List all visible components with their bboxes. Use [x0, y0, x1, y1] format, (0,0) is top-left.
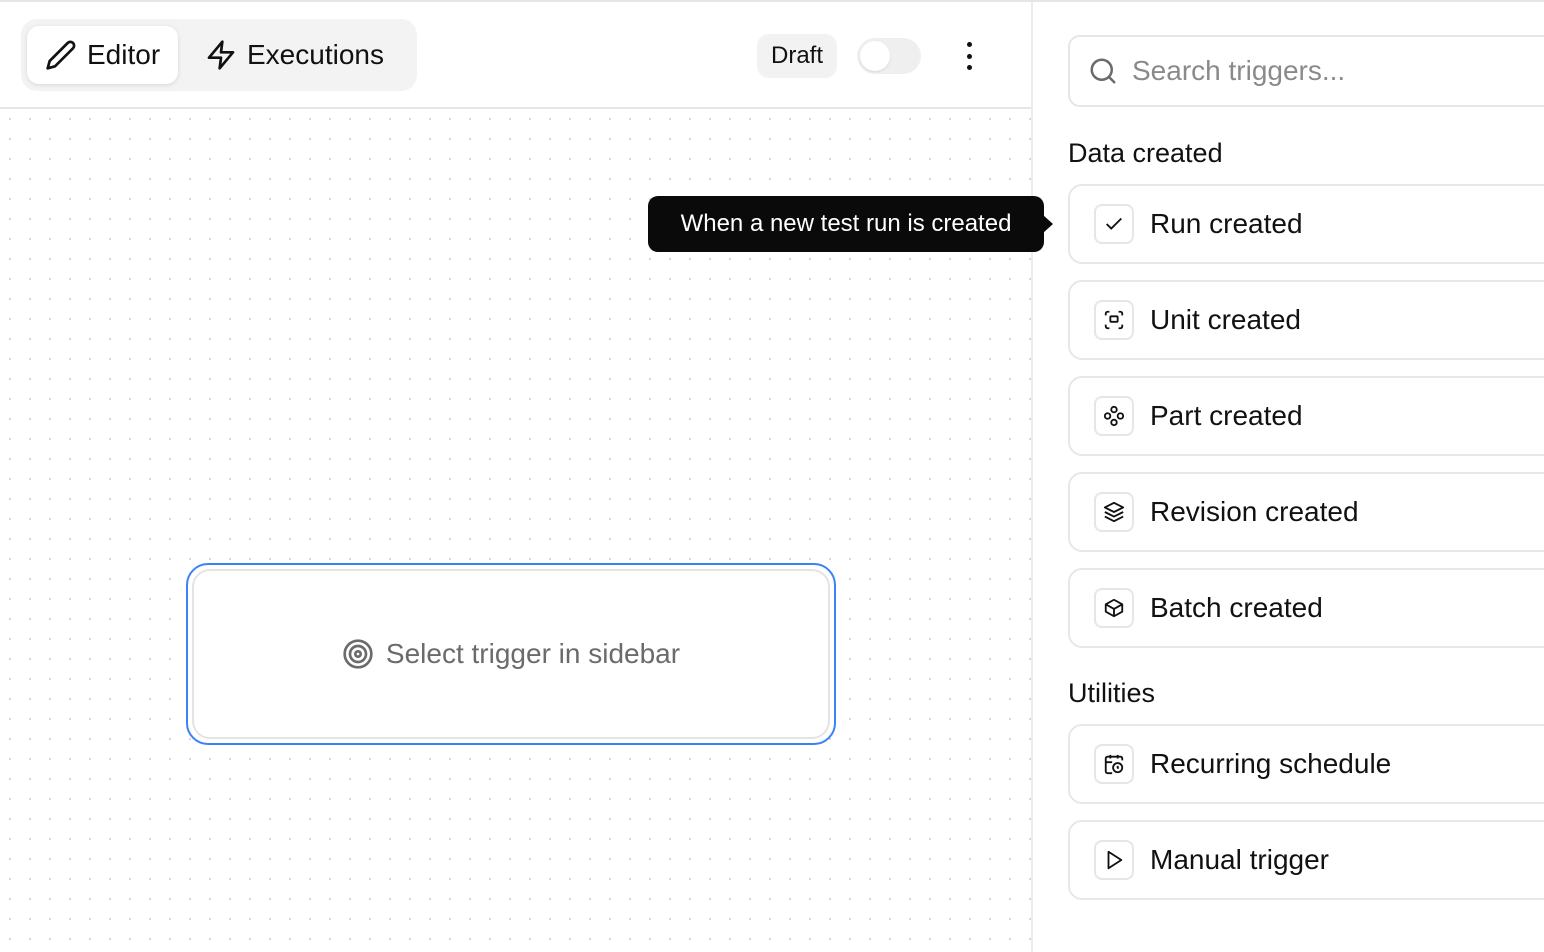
tooltip: When a new test run is created	[648, 196, 1053, 252]
trigger-part-created[interactable]: Part created	[1068, 376, 1544, 456]
editor-panel: Editor Executions Draft When a new test …	[0, 2, 1053, 952]
trigger-unit-created[interactable]: Unit created	[1068, 280, 1544, 360]
check-icon	[1106, 217, 1122, 230]
search-input[interactable]	[1132, 55, 1532, 87]
target-icon	[343, 639, 373, 669]
publish-toggle[interactable]	[857, 38, 921, 74]
status-badge: Draft	[757, 34, 838, 78]
node-label: Select trigger in sidebar	[385, 638, 681, 669]
calendar-clock-icon	[1104, 754, 1124, 775]
trigger-revision-created[interactable]: Revision created	[1068, 472, 1544, 552]
trigger-run-created[interactable]: Run created	[1068, 184, 1544, 264]
trigger-recurring-schedule[interactable]: Recurring schedule	[1068, 724, 1544, 804]
pencil-icon	[46, 40, 76, 70]
trigger-placeholder-node[interactable]: Select trigger in sidebar	[186, 563, 836, 745]
tab-editor[interactable]: Editor	[27, 26, 179, 84]
layers-icon	[1103, 501, 1125, 523]
more-options-icon[interactable]	[955, 40, 983, 72]
item-label: Batch created	[1150, 592, 1323, 623]
trigger-batch-created[interactable]: Batch created	[1068, 568, 1544, 648]
section-title: Data created	[1068, 138, 1223, 168]
toolbar: Editor Executions Draft	[0, 2, 1031, 109]
item-label: Part created	[1150, 400, 1303, 431]
section-title: Utilities	[1068, 678, 1156, 708]
trigger-manual[interactable]: Manual trigger	[1068, 820, 1544, 900]
tab-label: Editor	[87, 39, 161, 70]
tab-executions[interactable]: Executions	[187, 26, 402, 84]
view-switcher: Editor Executions	[21, 19, 417, 91]
search-box[interactable]	[1068, 35, 1544, 107]
item-label: Recurring schedule	[1150, 748, 1392, 779]
trigger-sidebar: Data created Run created Unit created Pa…	[1035, 2, 1544, 950]
tab-label: Executions	[247, 39, 384, 70]
package-icon	[1104, 598, 1124, 618]
item-label: Unit created	[1150, 304, 1301, 335]
item-label: Manual trigger	[1150, 844, 1329, 875]
search-icon	[1090, 58, 1116, 84]
item-label: Revision created	[1150, 496, 1359, 527]
item-label: Run created	[1150, 208, 1303, 239]
toggle-knob	[860, 41, 890, 71]
scan-icon	[1104, 310, 1124, 330]
lightning-icon	[207, 40, 235, 70]
play-icon	[1107, 850, 1123, 870]
components-icon	[1103, 405, 1125, 427]
